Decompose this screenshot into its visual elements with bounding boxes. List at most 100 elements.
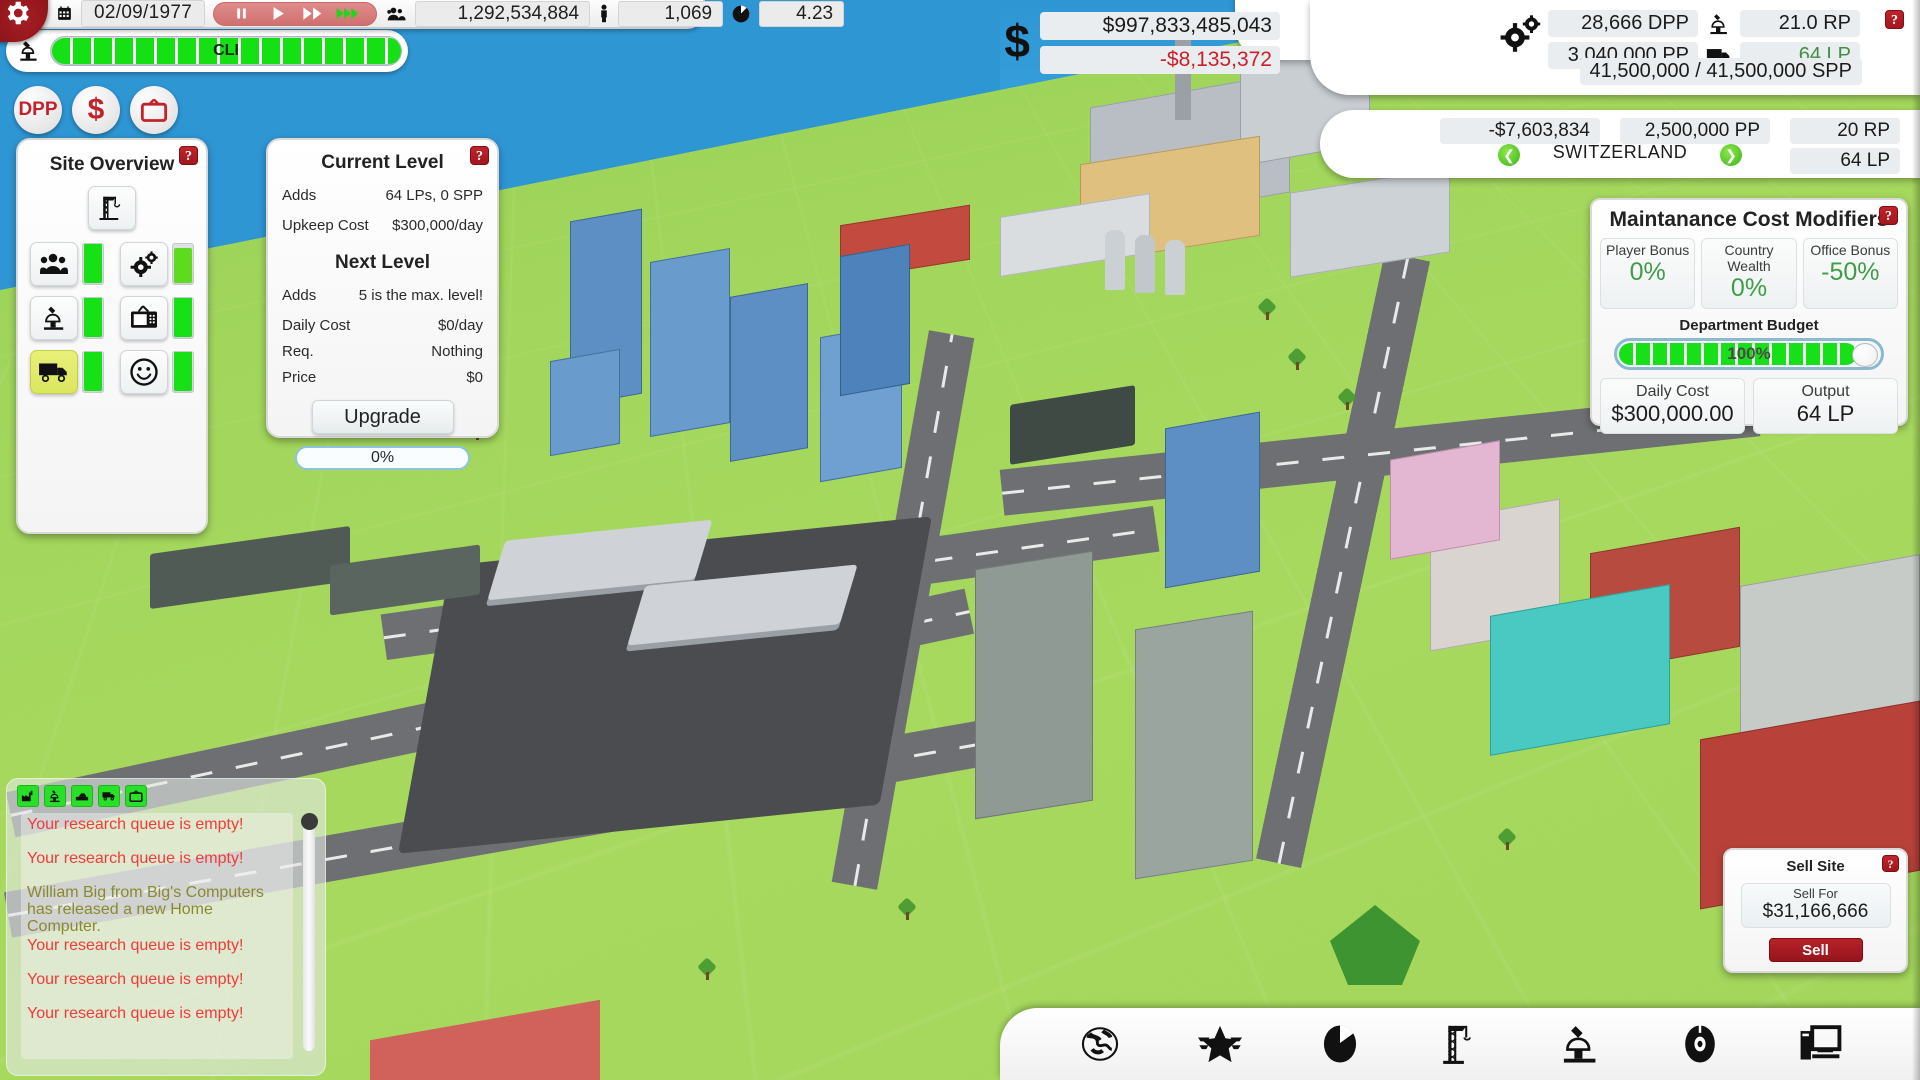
microscope-icon (39, 304, 69, 332)
current-level-adds-row: Adds 64 LPs, 0 SPP (268, 187, 497, 204)
log-tab-marketing[interactable] (125, 785, 147, 807)
computers-button[interactable] (1792, 1016, 1848, 1072)
log-tab-logistics[interactable] (98, 785, 120, 807)
statistics-button[interactable] (1312, 1016, 1368, 1072)
department-budget-label: Department Budget (1592, 317, 1906, 334)
research-department-button[interactable] (30, 296, 78, 340)
tree (1500, 830, 1514, 850)
next-level-adds-row: Adds 5 is the max. level! (268, 287, 497, 304)
log-tab-sales[interactable] (71, 785, 93, 807)
message-log-scroll-thumb[interactable] (301, 813, 318, 830)
player-bonus-label: Player Bonus (1601, 242, 1694, 258)
microscope-icon (12, 38, 46, 64)
fastest-forward-button[interactable] (332, 3, 366, 25)
world-map-button[interactable] (1072, 1016, 1128, 1072)
hr-department-button[interactable] (30, 242, 78, 286)
research-button[interactable] (1552, 1016, 1608, 1072)
support-department-button[interactable] (120, 350, 168, 394)
construction-button[interactable] (1432, 1016, 1488, 1072)
rp-value: 21.0 RP (1740, 10, 1860, 37)
disc-icon (1680, 1023, 1720, 1065)
price-label: Price (282, 369, 316, 386)
upkeep-value: $300,000/day (392, 217, 483, 234)
country-wealth-value: 0% (1702, 274, 1795, 303)
log-tab-factory[interactable] (17, 785, 39, 807)
req-label: Req. (282, 343, 314, 360)
factory-icon (21, 789, 35, 803)
maintenance-help-button[interactable]: ? (1879, 206, 1898, 225)
site-overview-panel: ? Site Overview (16, 138, 208, 534)
dpp-button[interactable]: DPP (14, 86, 62, 134)
daily-net-change: -$8,135,372 (1040, 46, 1280, 74)
department-budget-knob[interactable] (1852, 343, 1878, 367)
next-country-button[interactable]: ❯ (1720, 144, 1742, 166)
current-level-title: Current Level (268, 152, 497, 174)
player-bonus-box: Player Bonus 0% (1600, 238, 1695, 309)
research-department-bar (82, 297, 104, 339)
production-department[interactable] (120, 242, 194, 286)
support-department-bar (172, 351, 194, 393)
sell-for-value: $31,166,666 (1742, 901, 1890, 923)
sell-site-help-button[interactable]: ? (1882, 855, 1899, 872)
fast-forward-button[interactable] (296, 3, 330, 25)
money-values: $997,833,485,043 -$8,135,372 (1040, 12, 1280, 80)
screen-edge-shade (1912, 0, 1920, 1080)
support-department[interactable] (120, 350, 194, 394)
population-value: 1,292,534,884 (415, 1, 590, 27)
site-overview-help-button[interactable]: ? (179, 146, 198, 165)
microscope-icon (1706, 12, 1732, 36)
upgrade-button[interactable]: Upgrade (312, 400, 454, 434)
country-wealth-label: Country Wealth (1702, 242, 1795, 274)
office-bonus-box: Office Bonus -50% (1803, 238, 1898, 309)
construction-button[interactable] (88, 186, 136, 230)
production-department-bar (172, 243, 194, 285)
money-button-label: $ (88, 93, 105, 127)
message-log-scrollbar[interactable] (303, 813, 315, 1051)
tree (1260, 300, 1274, 320)
tv-icon (129, 789, 143, 803)
price-value: $0 (466, 369, 483, 386)
gears-icon (1500, 14, 1542, 52)
people-icon (387, 5, 407, 23)
next-adds-label: Adds (282, 287, 316, 304)
marketing-button[interactable] (130, 86, 178, 134)
marketing-department-button[interactable] (120, 296, 168, 340)
gears-icon (129, 251, 159, 277)
adds-label: Adds (282, 187, 316, 204)
tv-icon (140, 97, 168, 123)
upkeep-label: Upkeep Cost (282, 217, 369, 234)
previous-country-button[interactable]: ❮ (1498, 144, 1520, 166)
money-button[interactable]: $ (72, 86, 120, 134)
upgrade-progress: 0% (295, 446, 470, 470)
logistics-department-button[interactable] (30, 350, 78, 394)
current-level-panel: ? Current Level Adds 64 LPs, 0 SPP Upkee… (266, 138, 499, 438)
truck-icon (38, 360, 70, 384)
play-button[interactable] (260, 3, 294, 25)
shop (1390, 440, 1500, 559)
computer-icon (1798, 1023, 1842, 1065)
marketing-department[interactable] (120, 296, 194, 340)
office-tower (550, 349, 620, 456)
stats-help-button[interactable]: ? (1885, 10, 1904, 29)
products-button[interactable] (1672, 1016, 1728, 1072)
sell-button[interactable]: Sell (1769, 938, 1863, 962)
sell-site-panel: ? Sell Site Sell For $31,166,666 Sell (1723, 848, 1908, 973)
star-icon (1198, 1023, 1242, 1065)
office-bonus-label: Office Bonus (1804, 242, 1897, 258)
office-tower (650, 248, 730, 437)
hr-department[interactable] (30, 242, 104, 286)
logistics-department[interactable] (30, 350, 104, 394)
current-level-help-button[interactable]: ? (470, 146, 489, 165)
production-department-button[interactable] (120, 242, 168, 286)
pause-button[interactable] (224, 3, 258, 25)
log-tab-research[interactable] (44, 785, 66, 807)
sales-icon (75, 789, 89, 803)
sell-site-title: Sell Site (1725, 858, 1906, 875)
department-budget-slider[interactable]: 100% (1614, 338, 1884, 370)
ratings-button[interactable] (1192, 1016, 1248, 1072)
top-status-bar: 02/09/1977 1,292,534,884 1,069 (0, 0, 705, 29)
cli-progress-strip[interactable]: CLI (6, 30, 408, 72)
message-log-panel: Your research queue is empty! Your resea… (6, 778, 326, 1076)
research-department[interactable] (30, 296, 104, 340)
crane-icon (97, 193, 127, 223)
